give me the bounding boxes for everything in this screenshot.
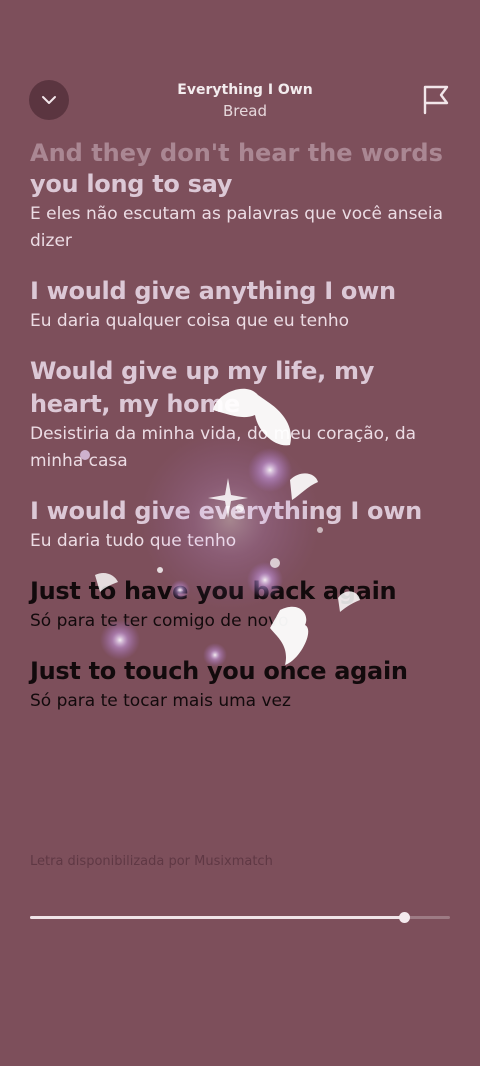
lyric-translation: Só para te tocar mais uma vez: [30, 691, 291, 711]
song-title: Everything I Own: [177, 82, 313, 98]
report-button[interactable]: [420, 82, 452, 116]
lyrics-credit: Letra disponibilizada por Musixmatch: [30, 854, 273, 869]
lyric-text: I would give everything I own: [30, 497, 422, 525]
lyric-line[interactable]: I would give anything I own Eu daria qual…: [30, 275, 460, 335]
lyric-text: Just to touch you once again: [30, 657, 408, 685]
lyric-translation: Eu daria qualquer coisa que eu tenho: [30, 311, 350, 331]
lyric-text: Just to have you back again: [30, 577, 397, 605]
progress-knob[interactable]: [398, 912, 410, 923]
lyrics-header: Everything I Own Bread: [0, 0, 480, 150]
track-info: Everything I Own Bread: [120, 80, 370, 122]
lyric-translation: Desistiria da minha vida, do meu coração…: [30, 424, 417, 471]
lyric-line-faded: And they don't hear the words: [30, 139, 443, 167]
lyric-translation: Eu daria tudo que tenho: [30, 531, 237, 551]
chevron-down-icon: [42, 96, 56, 104]
lyric-translation: E eles não escutam as palavras que você …: [30, 204, 444, 251]
lyric-line[interactable]: you long to say E eles não escutam as pal…: [30, 168, 460, 255]
lyric-text: you long to say: [30, 170, 233, 198]
progress-fill: [30, 916, 404, 919]
artist-name[interactable]: Bread: [120, 100, 370, 122]
lyric-translation: Só para te ter comigo de novo: [30, 611, 289, 631]
lyric-line[interactable]: Would give up my life, my heart, my home…: [30, 355, 460, 475]
collapse-button[interactable]: [29, 80, 69, 120]
lyric-text: I would give anything I own: [30, 277, 396, 305]
lyric-line[interactable]: Just to have you back again Só para te te…: [30, 575, 460, 635]
lyrics-list[interactable]: And they don't hear the words you long t…: [30, 138, 460, 735]
lyric-line[interactable]: Just to touch you once again Só para te t…: [30, 655, 460, 715]
lyric-line[interactable]: I would give everything I own Eu daria tu…: [30, 495, 460, 555]
progress-bar[interactable]: [30, 912, 450, 923]
flag-icon: [423, 85, 449, 115]
lyric-text: Would give up my life, my heart, my home: [30, 357, 375, 418]
